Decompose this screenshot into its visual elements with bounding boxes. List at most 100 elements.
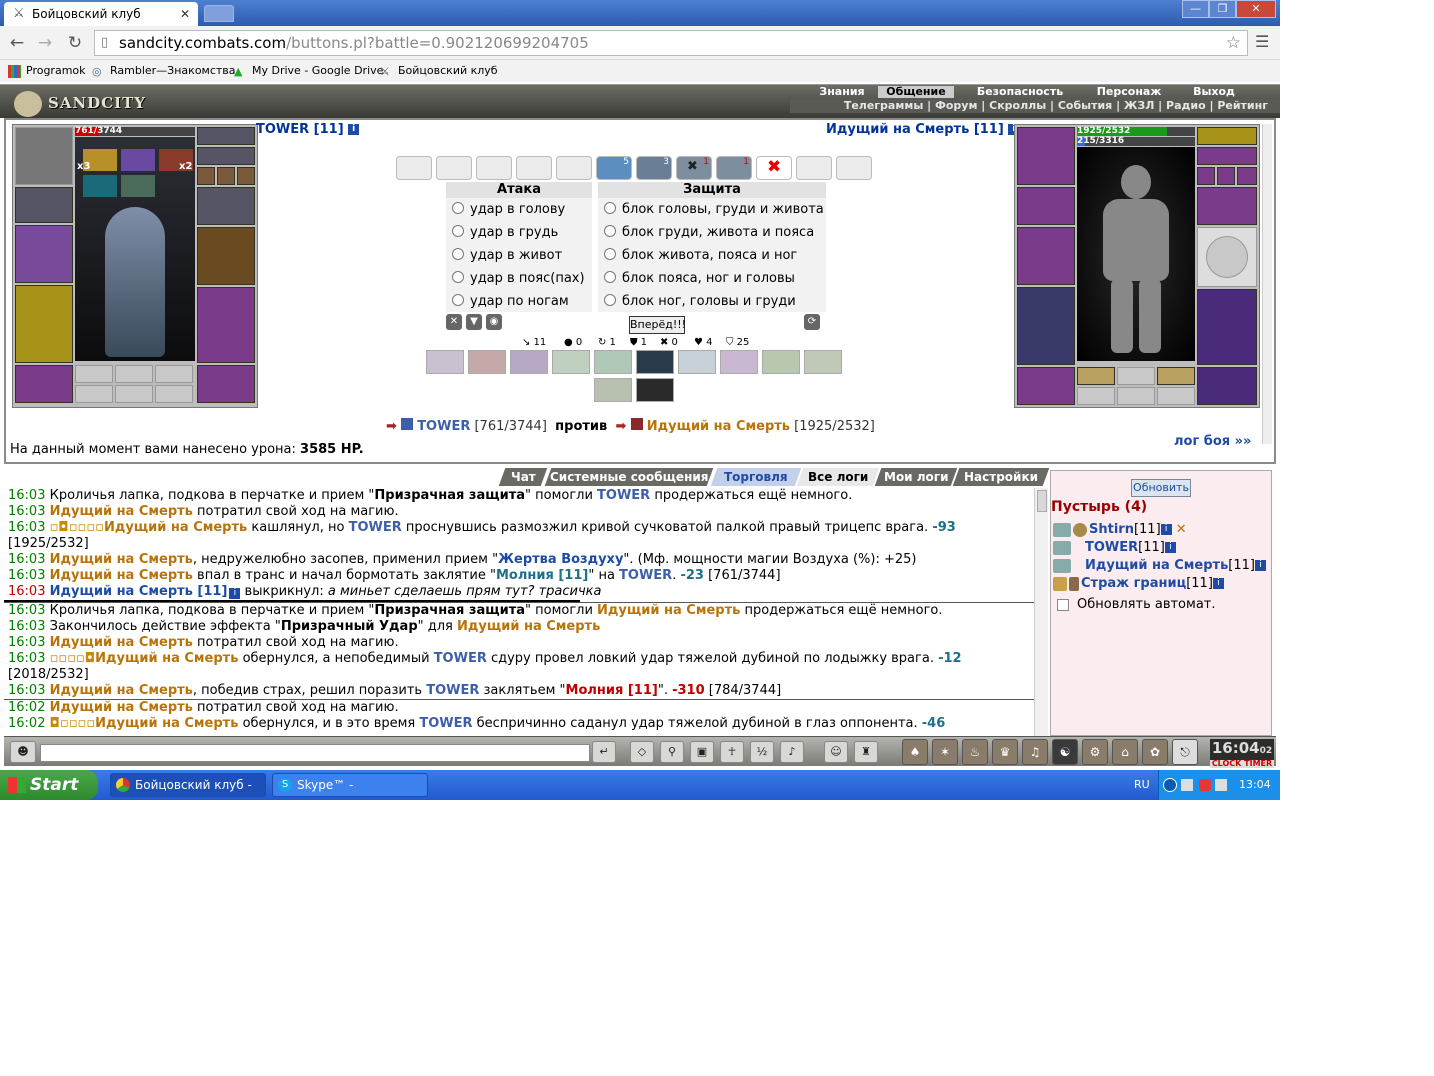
user-name[interactable]: Shtirn <box>1089 522 1134 537</box>
belt-slot[interactable] <box>1017 367 1075 405</box>
pants-slot[interactable] <box>197 287 255 363</box>
refresh-battle-icon[interactable]: ⟳ <box>804 314 820 330</box>
log-player[interactable]: Идущий на Смерть <box>50 504 193 519</box>
empty-slot[interactable] <box>1117 387 1155 405</box>
rune-slot[interactable] <box>155 365 193 383</box>
tray-arrow-icon[interactable] <box>1163 778 1177 792</box>
bracer-slot[interactable] <box>15 187 73 223</box>
technique-icon[interactable] <box>594 350 632 374</box>
belt-slot[interactable] <box>15 365 73 403</box>
exit-door-icon[interactable]: ⎋ <box>1172 739 1198 765</box>
radio-button[interactable] <box>604 225 616 237</box>
forward-arrow-icon[interactable]: → <box>34 32 56 54</box>
technique-icon[interactable] <box>468 350 506 374</box>
tab-chat[interactable]: Чат <box>498 468 548 486</box>
info-icon[interactable]: i <box>1254 560 1266 571</box>
rune-slot[interactable] <box>1077 367 1115 385</box>
earring-slot[interactable] <box>1197 127 1257 145</box>
tab-settings[interactable]: Настройки <box>952 468 1050 486</box>
new-tab-button[interactable] <box>204 5 234 22</box>
filter-icon[interactable]: ⚲ <box>660 741 684 763</box>
refresh-button[interactable]: Обновить <box>1131 479 1191 497</box>
nav-security[interactable]: Безопасность <box>968 86 1072 98</box>
attack-belly[interactable]: удар в живот <box>446 244 592 267</box>
nav-knowledge[interactable]: Знания <box>814 86 870 98</box>
log-player[interactable]: Идущий на Смерть <box>597 603 740 618</box>
log-player[interactable]: Идущий на Смерть <box>50 683 193 698</box>
reload-icon[interactable]: ↻ <box>64 32 86 54</box>
network-icon[interactable] <box>1181 779 1193 791</box>
auto-refresh-option[interactable]: Обновлять автомат. <box>1057 597 1216 613</box>
empty-slot[interactable] <box>155 385 193 403</box>
bookmark-combats[interactable]: ⚔ Бойцовский клуб <box>380 60 498 82</box>
forward-button[interactable]: Вперёд!!! <box>629 316 686 334</box>
log-player[interactable]: TOWER <box>426 683 479 698</box>
vs-left-name[interactable]: TOWER <box>417 419 470 434</box>
log-player[interactable]: Идущий на Смерть <box>457 619 600 634</box>
treasure-icon[interactable]: ♛ <box>992 739 1018 765</box>
buff-icon[interactable] <box>121 175 155 197</box>
log-player[interactable]: Идущий на Смерть <box>104 520 247 535</box>
left-avatar[interactable]: x3 x2 <box>75 137 195 361</box>
necklace-slot[interactable] <box>1197 147 1257 165</box>
technique-icon[interactable] <box>426 350 464 374</box>
helmet-slot[interactable] <box>1017 127 1075 185</box>
technique-icon-active[interactable] <box>636 378 674 402</box>
ring-slot[interactable] <box>1217 167 1235 185</box>
scroll-slot-empty[interactable] <box>476 156 512 180</box>
potion-icon[interactable]: ♨ <box>962 739 988 765</box>
weapon-slot[interactable] <box>15 225 73 283</box>
shield-slot-empty[interactable] <box>1197 227 1257 287</box>
bookmark-star-icon[interactable]: ☆ <box>1226 31 1241 55</box>
block-option[interactable]: блок живота, пояса и ног <box>598 244 826 267</box>
block-option[interactable]: блок ног, головы и груди <box>598 290 826 313</box>
scroll-slot-blocked[interactable]: ✖ 1 <box>676 156 712 180</box>
browser-menu-icon[interactable]: ☰ <box>1255 33 1273 51</box>
room-user[interactable]: Shtirn[11] i ✕ <box>1053 521 1187 539</box>
attack-chest[interactable]: удар в грудь <box>446 221 592 244</box>
radio-button[interactable] <box>452 271 464 283</box>
clan-chat-icon[interactable]: ♜ <box>854 741 878 763</box>
technique-icon[interactable] <box>594 378 632 402</box>
user-name[interactable]: Идущий на Смерть <box>1085 558 1228 573</box>
volume-icon[interactable] <box>1215 779 1227 791</box>
radio-button[interactable] <box>604 202 616 214</box>
log-scrollbar[interactable] <box>1034 488 1048 736</box>
earring-slot[interactable] <box>197 127 255 145</box>
sound-icon[interactable]: ♪ <box>780 741 804 763</box>
start-button[interactable]: Start <box>0 770 98 800</box>
technique-icon[interactable] <box>804 350 842 374</box>
pants-slot[interactable] <box>1197 289 1257 365</box>
buff-icon[interactable] <box>83 175 117 197</box>
chat-smile-button[interactable]: ☻ <box>10 741 36 763</box>
radio-button[interactable] <box>604 271 616 283</box>
scroll-slot-cancel[interactable]: ✖ <box>756 156 792 180</box>
fighter-icon[interactable]: ☥ <box>720 741 744 763</box>
scroll-slot-blocked[interactable]: 1 <box>716 156 752 180</box>
log-player[interactable]: Идущий на Смерть <box>50 552 193 567</box>
radio-button[interactable] <box>452 225 464 237</box>
block-option[interactable]: блок пояса, ног и головы <box>598 267 826 290</box>
antivirus-icon[interactable] <box>1199 779 1211 791</box>
user-name[interactable]: Страж границ <box>1081 576 1186 591</box>
log-player[interactable]: Идущий на Смерть [11] <box>50 584 228 599</box>
boots-slot[interactable] <box>197 365 255 403</box>
rune-slot[interactable] <box>1117 367 1155 385</box>
attack-head[interactable]: удар в голову <box>446 198 592 221</box>
left-player-name[interactable]: TOWER [11] i <box>256 122 360 137</box>
browser-tab-active[interactable]: ⚔ Бойцовский клуб ✕ <box>4 2 198 26</box>
log-player[interactable]: TOWER <box>349 520 402 535</box>
sandcity-logo[interactable]: SANDCITY <box>14 91 146 117</box>
send-icon[interactable]: ↵ <box>592 741 616 763</box>
radio-button[interactable] <box>604 248 616 260</box>
inventory-bag-icon[interactable]: ♠ <box>902 739 928 765</box>
eraser-icon[interactable]: ◇ <box>630 741 654 763</box>
room-user[interactable]: Идущий на Смерть[11] i <box>1053 557 1266 575</box>
friends-icon[interactable]: ☯ <box>1052 739 1078 765</box>
tab-trade[interactable]: Торговля <box>710 468 802 486</box>
room-user[interactable]: TOWER[11] i <box>1053 539 1176 557</box>
right-player-name[interactable]: Идущий на Смерть [11] i <box>826 122 1020 137</box>
shield-icon[interactable]: ◉ <box>486 314 502 330</box>
shield-arrow-icon[interactable]: ▼ <box>466 314 482 330</box>
quest-icon[interactable]: ♫ <box>1022 739 1048 765</box>
